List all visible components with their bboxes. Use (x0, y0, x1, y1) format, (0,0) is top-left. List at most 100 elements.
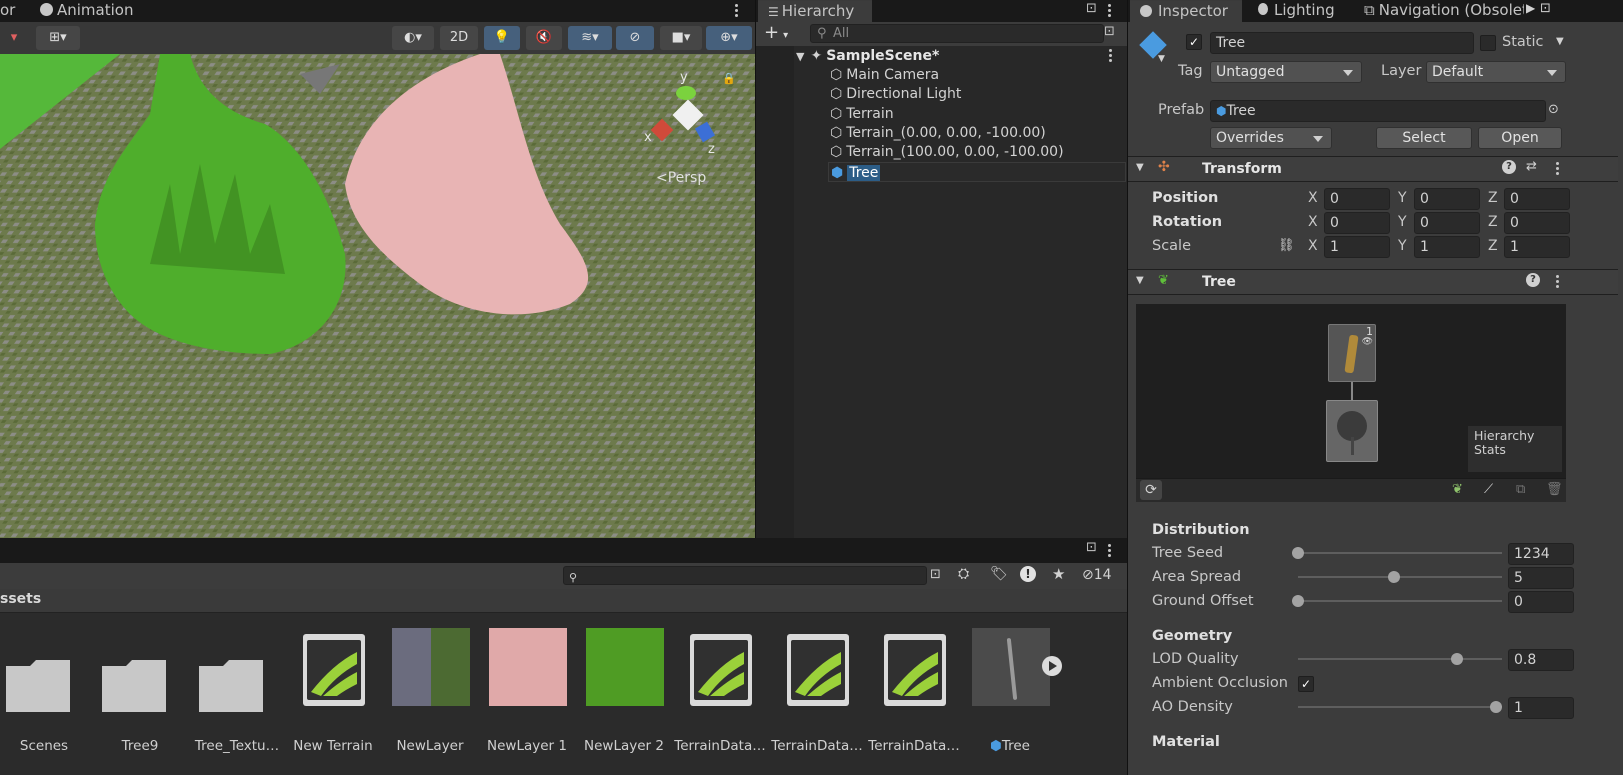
ao-density-field[interactable]: 1 (1508, 697, 1574, 719)
project-menu-icon[interactable] (1108, 544, 1112, 558)
search-options-icon[interactable]: ⊡ (1104, 24, 1115, 39)
foldout-icon[interactable]: ▼ (1136, 162, 1144, 173)
open-button[interactable]: Open (1478, 127, 1562, 149)
axis-x-label[interactable]: X (1308, 214, 1318, 230)
hierarchy-item-terrain-100[interactable]: ⬡ Terrain_(100.00, 0.00, -100.00) (830, 142, 1064, 162)
icon-dropdown-icon[interactable]: ▼ (1158, 54, 1165, 64)
tree-seed-track[interactable] (1298, 552, 1502, 554)
lock-icon[interactable]: ⊡ (1086, 1, 1097, 16)
refresh-icon[interactable]: ⟳ (1140, 480, 1162, 500)
tab-scroll-right-icon[interactable]: ▶ (1526, 1, 1535, 15)
delete-group-icon[interactable]: 🗑 (1546, 482, 1563, 497)
component-menu-icon[interactable] (1556, 162, 1560, 176)
lod-quality-thumb[interactable] (1451, 653, 1464, 665)
axis-z-label[interactable]: Z (1488, 238, 1498, 254)
rotation-y-field[interactable]: 0 (1414, 212, 1480, 234)
ground-offset-track[interactable] (1298, 600, 1502, 602)
hidden-count[interactable]: ⊘14 (1082, 567, 1112, 583)
static-checkbox[interactable] (1480, 35, 1496, 51)
tab-lighting[interactable]: Lighting (1248, 0, 1345, 22)
component-menu-icon[interactable] (1556, 275, 1560, 289)
presets-icon[interactable]: ⇄ (1526, 159, 1537, 174)
select-button[interactable]: Select (1376, 127, 1472, 149)
tab-inspector[interactable]: Inspector (1130, 0, 1242, 22)
hierarchy-menu-icon[interactable] (1108, 4, 1112, 18)
warning-icon[interactable]: ! (1020, 566, 1036, 582)
gizmos-button[interactable]: ⊕▾ (706, 26, 752, 50)
favorite-star-icon[interactable]: ★ (1052, 565, 1065, 583)
scale-y-field[interactable]: 1 (1414, 236, 1480, 258)
object-name-field[interactable]: Tree (1210, 32, 1474, 54)
axis-x-label[interactable]: X (1308, 190, 1318, 206)
overrides-dropdown[interactable]: Overrides (1210, 127, 1332, 149)
divider-vertical[interactable] (755, 0, 756, 538)
rotation-z-field[interactable]: 0 (1504, 212, 1570, 234)
hidden-objects-icon[interactable]: ⊘ (616, 26, 654, 50)
tree-seed-field[interactable]: 1234 (1508, 543, 1574, 565)
divider-vertical[interactable] (1127, 0, 1128, 775)
prefab-asset-field[interactable]: ⬢Tree (1210, 100, 1546, 122)
tab-hierarchy[interactable]: ☰ Hierarchy (758, 0, 872, 22)
scale-x-field[interactable]: 1 (1324, 236, 1390, 258)
mode-2d-button[interactable]: 2D (440, 26, 478, 50)
lock-icon[interactable]: ⊡ (1540, 1, 1551, 16)
lock-icon[interactable]: ⊡ (1086, 540, 1097, 555)
foldout-icon[interactable]: ▼ (796, 50, 804, 63)
lod-quality-field[interactable]: 0.8 (1508, 649, 1574, 671)
add-leaf-group-icon[interactable]: ❦ (1452, 482, 1463, 497)
axis-y-label[interactable]: Y (1398, 238, 1407, 254)
hierarchy-item-terrain-0[interactable]: ⬡ Terrain_(0.00, 0.00, -100.00) (830, 123, 1046, 143)
hierarchy-item-tree-selected[interactable]: ⬢ Tree (828, 162, 1126, 182)
tree-hierarchy-view[interactable]: 1 👁 Hierarchy Stats (1136, 304, 1566, 478)
tree-seed-thumb[interactable] (1292, 547, 1304, 559)
tab-scene-partial[interactable]: or (0, 0, 25, 22)
orientation-gizmo[interactable]: y x z 🔒 <Persp (640, 70, 740, 210)
add-object-button[interactable]: + ▾ (764, 22, 788, 43)
breadcrumb[interactable]: ssets (0, 591, 41, 607)
position-x-field[interactable]: 0 (1324, 188, 1390, 210)
tree-component-header[interactable]: ▼ ❦ Tree ? (1128, 269, 1618, 295)
ground-offset-thumb[interactable] (1292, 595, 1304, 607)
area-spread-track[interactable] (1298, 576, 1502, 578)
foldout-icon[interactable]: ▼ (1136, 275, 1144, 286)
search-options-icon[interactable]: ⊡ (930, 567, 941, 582)
axis-y-label[interactable]: Y (1398, 190, 1407, 206)
constrain-proportions-icon[interactable]: ⛓ (1278, 238, 1295, 253)
hierarchy-search-input[interactable]: ⚲ All (810, 24, 1104, 43)
project-search-input[interactable]: ⚲ (563, 566, 927, 585)
grid-snap-button[interactable]: ⊞▾ (36, 26, 80, 50)
tool-transform-icon[interactable]: ▾ (0, 26, 32, 50)
hierarchy-item-main-camera[interactable]: ⬡ Main Camera (830, 65, 939, 85)
position-y-field[interactable]: 0 (1414, 188, 1480, 210)
camera-settings-icon[interactable]: ■▾ (660, 26, 702, 50)
area-spread-thumb[interactable] (1387, 571, 1400, 583)
axis-z-label[interactable]: Z (1488, 214, 1498, 230)
axis-x-label[interactable]: X (1308, 238, 1318, 254)
static-dropdown-icon[interactable]: ▼ (1556, 36, 1564, 47)
ground-offset-field[interactable]: 0 (1508, 591, 1574, 613)
scene-menu-icon[interactable] (735, 4, 739, 18)
tag-dropdown[interactable]: Untagged (1210, 61, 1362, 83)
lod-quality-track[interactable] (1298, 658, 1502, 660)
tab-animation[interactable]: Animation (30, 0, 143, 22)
rotation-x-field[interactable]: 0 (1324, 212, 1390, 234)
area-spread-field[interactable]: 5 (1508, 567, 1574, 589)
audio-toggle-icon[interactable]: 🔇 (526, 26, 562, 50)
object-picker-icon[interactable]: ⊙ (1548, 102, 1559, 117)
tree-node-branch[interactable]: 1 👁 (1328, 324, 1376, 382)
hierarchy-item-directional-light[interactable]: ⬡ Directional Light (830, 84, 961, 104)
tree-node-root[interactable] (1326, 400, 1378, 462)
visibility-eye-icon[interactable]: 👁 (1362, 337, 1373, 347)
ao-density-track[interactable] (1298, 706, 1502, 708)
scale-z-field[interactable]: 1 (1504, 236, 1570, 258)
hierarchy-item-label[interactable]: Tree (847, 165, 881, 181)
active-checkbox[interactable]: ✓ (1186, 34, 1202, 50)
help-icon[interactable]: ? (1526, 273, 1540, 287)
label-tag-icon[interactable]: 🏷 (990, 566, 1008, 582)
layer-dropdown[interactable]: Default (1426, 61, 1566, 83)
duplicate-group-icon[interactable]: ⧉ (1516, 482, 1525, 497)
axis-z-label[interactable]: Z (1488, 190, 1498, 206)
scene-viewport[interactable]: y x z 🔒 <Persp (0, 54, 755, 538)
scene-row[interactable]: ▼ ✦ SampleScene* (796, 46, 1126, 66)
scene-menu-icon[interactable] (1109, 49, 1113, 63)
